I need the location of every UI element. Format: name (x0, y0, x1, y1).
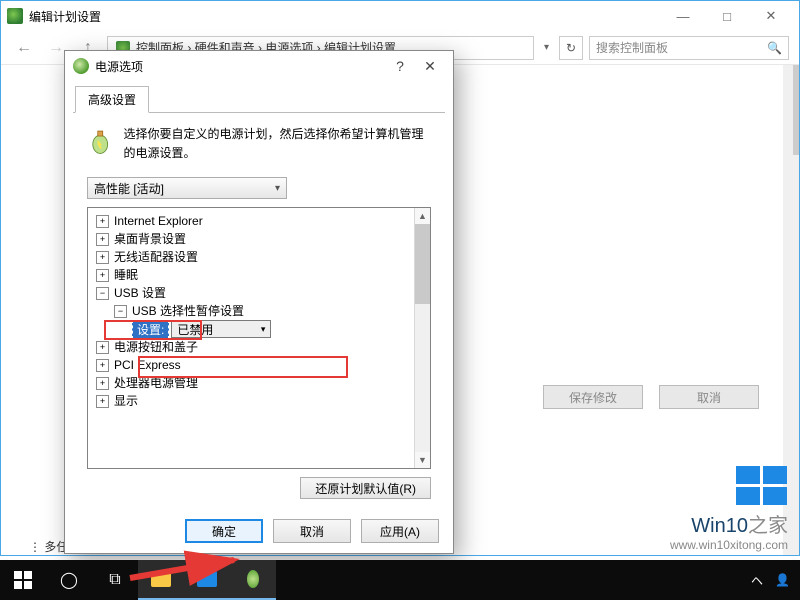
scroll-up-icon[interactable]: ▲ (415, 208, 430, 224)
tree-node-label: 睡眠 (114, 266, 138, 284)
watermark: Win10之家 www.win10xitong.com (670, 466, 788, 552)
expand-icon[interactable]: + (96, 233, 109, 246)
dialog-close-button[interactable]: ✕ (415, 52, 445, 80)
taskbar-app-power[interactable] (230, 560, 276, 600)
tree-node[interactable]: −USB 设置 (92, 284, 426, 302)
battery-bulb-icon (87, 125, 113, 157)
windows-logo-icon (736, 466, 788, 505)
cancel-changes-button[interactable]: 取消 (659, 385, 759, 409)
tree-node-label: 无线适配器设置 (114, 248, 198, 266)
refresh-button[interactable]: ↻ (559, 36, 583, 60)
tree-node[interactable]: + PCI Express (92, 356, 426, 374)
tree-node[interactable]: + 睡眠 (92, 266, 426, 284)
tree-node[interactable]: −USB 选择性暂停设置 (92, 302, 426, 320)
tree-node[interactable]: + Internet Explorer (92, 212, 426, 230)
dialog-titlebar: 电源选项 ? ✕ (65, 51, 453, 81)
expand-icon[interactable]: + (96, 215, 109, 228)
settings-app-icon (197, 571, 217, 587)
ok-button[interactable]: 确定 (185, 519, 263, 543)
taskview-button[interactable]: ⧉ (92, 560, 138, 600)
expand-icon[interactable]: + (96, 251, 109, 264)
tree-node[interactable]: + 电源按钮和盖子 (92, 338, 426, 356)
collapse-icon[interactable]: − (114, 305, 127, 318)
scrollbar-thumb[interactable] (793, 65, 799, 155)
chevron-down-icon: ▾ (275, 183, 280, 194)
watermark-brand-b: 之家 (748, 515, 788, 537)
expand-icon[interactable]: + (96, 395, 109, 408)
power-app-icon (247, 570, 259, 588)
tree-node-label: USB 设置 (114, 284, 166, 302)
search-placeholder: 搜索控制面板 (596, 39, 668, 56)
power-icon (7, 8, 23, 24)
tree-node-label: PCI Express (114, 356, 181, 374)
tree-node[interactable]: + 无线适配器设置 (92, 248, 426, 266)
tab-panel: 选择你要自定义的电源计划，然后选择你希望计算机管理的电源设置。 高性能 [活动]… (73, 112, 445, 509)
tree-node[interactable]: + 处理器电源管理 (92, 374, 426, 392)
breadcrumb-dropdown-icon[interactable]: ▾ (540, 42, 553, 53)
taskbar-app-explorer[interactable] (138, 560, 184, 600)
plan-select-value: 高性能 [活动] (94, 180, 164, 197)
search-input[interactable]: 搜索控制面板 🔍 (589, 36, 789, 60)
tree-scrollbar[interactable]: ▲ ▼ (414, 208, 430, 468)
chevron-down-icon: ▾ (261, 324, 266, 335)
taskbar: ◯ ⧉ ヘ 👤 (0, 560, 800, 600)
start-button[interactable] (0, 560, 46, 600)
expand-icon[interactable]: + (96, 377, 109, 390)
expand-icon[interactable]: + (96, 359, 109, 372)
minimize-button[interactable]: — (661, 2, 705, 30)
taskbar-app-settings[interactable] (184, 560, 230, 600)
save-changes-button[interactable]: 保存修改 (543, 385, 643, 409)
tree-scrollbar-thumb[interactable] (415, 224, 430, 304)
back-button[interactable]: ← (11, 35, 37, 61)
plan-page-buttons: 保存修改 取消 (543, 385, 759, 409)
apply-button[interactable]: 应用(A) (361, 519, 439, 543)
dialog-description: 选择你要自定义的电源计划，然后选择你希望计算机管理的电源设置。 (123, 125, 431, 163)
tree-node-label: 电源按钮和盖子 (114, 338, 198, 356)
cancel-button[interactable]: 取消 (273, 519, 351, 543)
setting-dropdown[interactable]: 已禁用 ▾ (171, 320, 271, 338)
expand-icon[interactable]: + (96, 341, 109, 354)
plan-select[interactable]: 高性能 [活动] ▾ (87, 177, 287, 199)
scroll-down-icon[interactable]: ▼ (415, 452, 430, 468)
tree-node-label: 处理器电源管理 (114, 374, 198, 392)
tab-bar: 高级设置 (65, 81, 453, 112)
folder-icon (151, 571, 171, 587)
tab-advanced[interactable]: 高级设置 (75, 86, 149, 113)
control-panel-titlebar: 编辑计划设置 — □ ✕ (1, 1, 799, 31)
expand-icon[interactable]: + (96, 269, 109, 282)
control-panel-title: 编辑计划设置 (29, 8, 101, 25)
setting-value: 已禁用 (177, 321, 213, 338)
collapse-icon[interactable]: − (96, 287, 109, 300)
tree-node-label: 桌面背景设置 (114, 230, 186, 248)
tree-node[interactable]: + 显示 (92, 392, 426, 410)
tree-node-label: 显示 (114, 392, 138, 410)
settings-tree: +Internet Explorer+桌面背景设置+无线适配器设置+睡眠−USB… (87, 207, 431, 469)
setting-label: 设置: (132, 320, 169, 339)
tree-node-label: Internet Explorer (114, 212, 203, 230)
tree-node[interactable]: + 桌面背景设置 (92, 230, 426, 248)
cortana-button[interactable]: ◯ (46, 560, 92, 600)
power-options-dialog: 电源选项 ? ✕ 高级设置 选择你要自定义的电源计划，然后选择你希望计算机管理的… (64, 50, 454, 554)
watermark-url: www.win10xitong.com (670, 538, 788, 552)
dialog-title: 电源选项 (95, 58, 143, 75)
battery-icon (73, 58, 89, 74)
system-tray: ヘ 👤 (751, 572, 800, 589)
dialog-buttons: 确定 取消 应用(A) (65, 509, 453, 553)
tree-node-label: USB 选择性暂停设置 (132, 302, 244, 320)
help-button[interactable]: ? (385, 52, 415, 80)
watermark-brand-a: Win10 (691, 515, 748, 537)
restore-defaults-button[interactable]: 还原计划默认值(R) (300, 477, 431, 499)
tray-people-icon[interactable]: 👤 (775, 573, 790, 587)
tree-setting-row: 设置: 已禁用 ▾ (92, 320, 426, 338)
tray-overflow-icon[interactable]: ヘ (751, 572, 763, 589)
close-button[interactable]: ✕ (749, 2, 793, 30)
maximize-button[interactable]: □ (705, 2, 749, 30)
search-icon: 🔍 (767, 41, 782, 55)
